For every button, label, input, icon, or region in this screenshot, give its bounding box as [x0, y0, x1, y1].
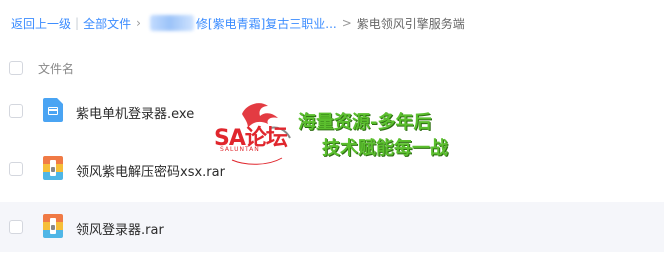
breadcrumb-divider: |	[75, 16, 80, 30]
watermark-slogan-line-2: 技术赋能每一战	[322, 138, 448, 159]
row-checkbox[interactable]	[9, 220, 23, 234]
exe-file-icon	[43, 98, 63, 122]
chevron-right-icon: >	[341, 16, 352, 30]
file-row[interactable]: 领风登录器.rar	[0, 202, 664, 252]
watermark-logo: SA论坛 SALUNTAN	[212, 100, 298, 170]
rar-archive-icon	[43, 156, 63, 180]
select-all-checkbox[interactable]	[9, 61, 23, 75]
file-list-header: 文件名	[0, 56, 664, 80]
redacted-blur	[149, 15, 194, 31]
all-files-link[interactable]: 全部文件	[83, 15, 131, 32]
file-name[interactable]: 领风紫电解压密码xsx.rar	[76, 161, 225, 180]
breadcrumb-current: 紫电领风引擎服务端	[356, 16, 465, 31]
back-link[interactable]: 返回上一级	[11, 15, 71, 32]
rar-archive-icon	[43, 214, 63, 238]
row-checkbox[interactable]	[9, 104, 23, 118]
watermark-slogan: 海量资源-多年后 技术赋能每一战	[298, 110, 448, 162]
chevron-right-icon: ›	[136, 16, 141, 30]
watermark-slogan-line-1: 海量资源-多年后	[298, 112, 432, 133]
file-name[interactable]: 紫电单机登录器.exe	[76, 103, 194, 122]
watermark-logo-subtext: SALUNTAN	[220, 146, 260, 153]
column-header-filename[interactable]: 文件名	[38, 60, 74, 77]
breadcrumb-folder-link[interactable]: 修[紫电青霜]复古三职业...	[196, 15, 337, 32]
row-checkbox[interactable]	[9, 162, 23, 176]
file-name[interactable]: 领风登录器.rar	[76, 219, 164, 238]
breadcrumb: 返回上一级 | 全部文件 › 修[紫电青霜]复古三职业... > 紫电领风引擎服…	[11, 14, 465, 32]
